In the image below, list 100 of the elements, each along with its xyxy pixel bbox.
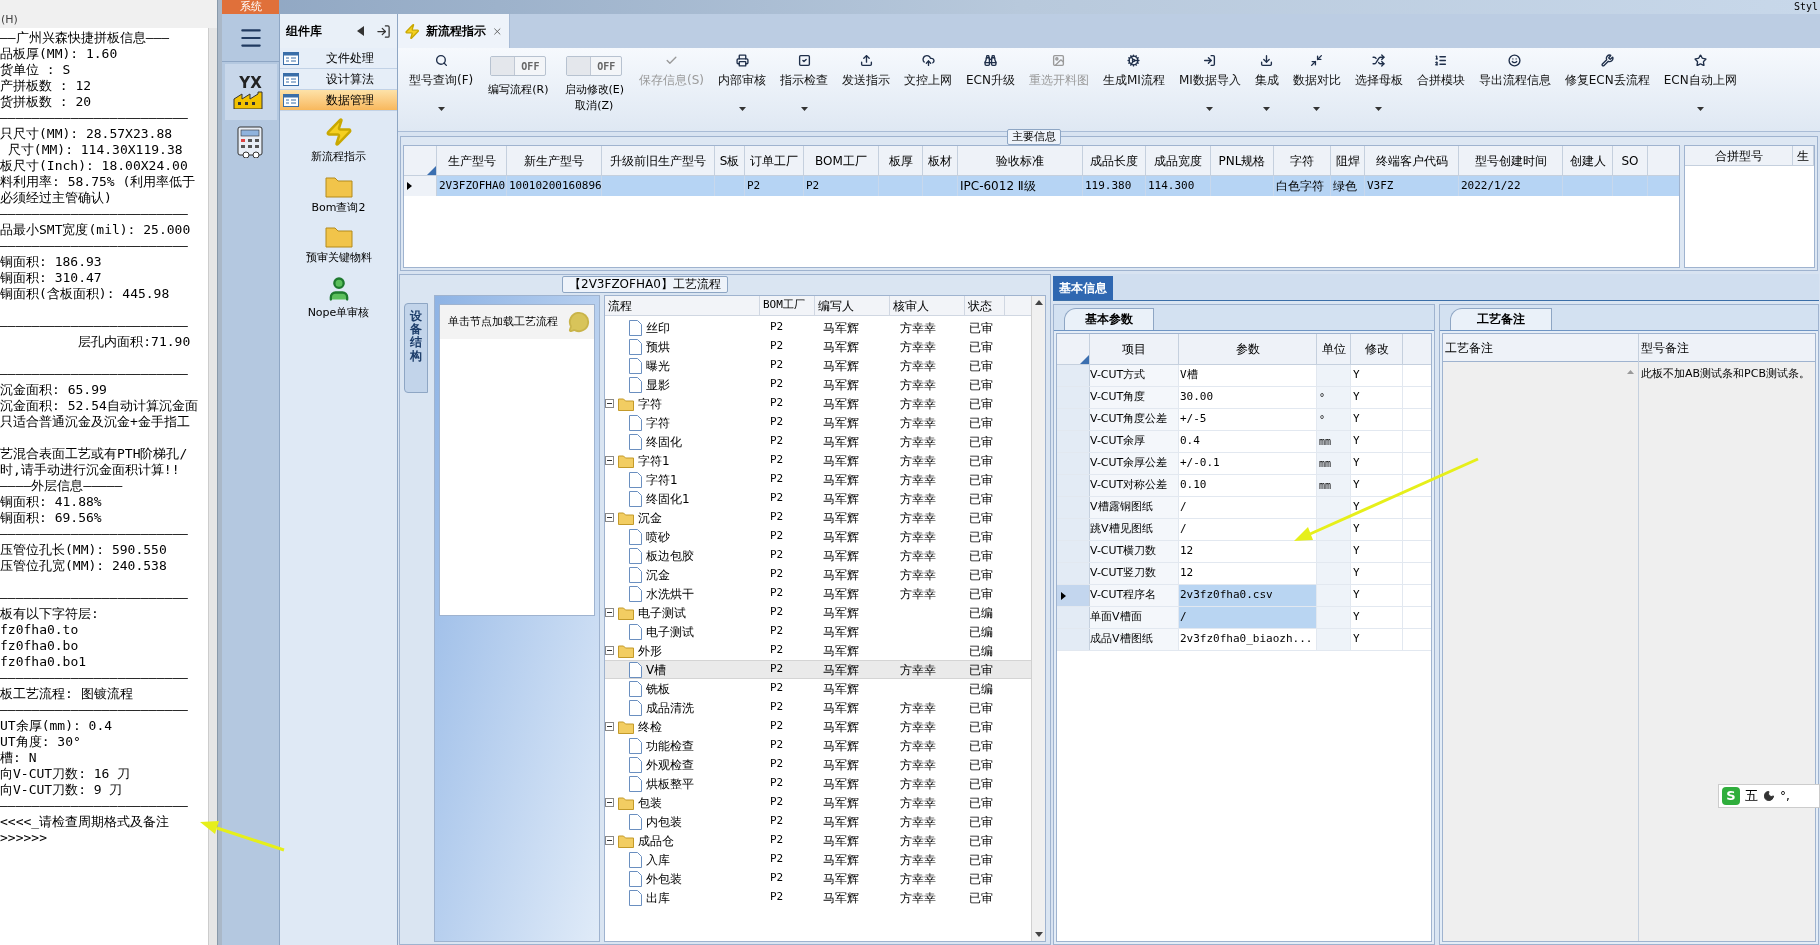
tree-row[interactable]: 出库 P2 马军辉 方幸幸 已审 <box>605 888 1031 907</box>
tree-row[interactable]: 喷砂 P2 马军辉 方幸幸 已审 <box>605 527 1031 546</box>
table-row[interactable]: 2V3FZOFHA0 10010200160896 P2 P2 IPC-6012 Ⅱ级 119.380 114.300 白色字符 绿色 V3FZ 2022/1/22 <box>404 176 1679 196</box>
library-item[interactable]: 数据管理 <box>280 90 397 111</box>
tree-row[interactable]: 终固化1 P2 马军辉 方幸幸 已审 <box>605 489 1031 508</box>
column-header[interactable]: 编写人 <box>815 296 890 315</box>
tree-row[interactable]: 电子测试 P2 马军辉 已编 <box>605 603 1031 622</box>
toolbar-button[interactable]: 发送指示 <box>835 54 898 116</box>
scrollbar[interactable] <box>1031 296 1045 941</box>
param-row[interactable]: V-CUT角度 30.00 ° Y <box>1057 387 1431 409</box>
pin-arrow-icon[interactable] <box>376 23 391 39</box>
param-row[interactable]: V-CUT对称公差 0.10 mm Y <box>1057 475 1431 497</box>
param-row[interactable]: 单面V槽面 / Y <box>1057 607 1431 629</box>
column-header[interactable]: 成品宽度 <box>1146 146 1211 175</box>
column-header[interactable]: 项目 <box>1090 334 1179 364</box>
tool-launcher[interactable]: 预审关键物料 <box>305 224 372 267</box>
column-header[interactable]: 修改 <box>1351 334 1403 364</box>
toggle-switch[interactable]: OFF <box>490 56 547 76</box>
collapse-toggle-icon[interactable] <box>605 513 614 522</box>
tree-row[interactable]: 丝印 P2 马军辉 方幸幸 已审 <box>605 318 1031 337</box>
toolbar-button[interactable]: ECN自动上网 <box>1656 54 1744 116</box>
collapse-toggle-icon[interactable] <box>605 456 614 465</box>
collapse-left-icon[interactable] <box>357 26 364 36</box>
toolbar-button[interactable]: 数据对比 <box>1285 54 1348 116</box>
library-item[interactable]: 设计算法 <box>280 69 397 90</box>
column-header[interactable]: 参数 <box>1179 334 1317 364</box>
column-header[interactable]: 核审人 <box>890 296 965 315</box>
param-row[interactable]: V-CUT余厚公差 +/-0.1 mm Y <box>1057 453 1431 475</box>
collapse-toggle-icon[interactable] <box>605 836 614 845</box>
menu-item[interactable]: (H) <box>1 11 18 28</box>
collapse-toggle-icon[interactable] <box>605 608 614 617</box>
toolbar-button[interactable]: 合拼模块 <box>1409 54 1472 116</box>
param-row[interactable]: V-CUT角度公差 +/-5 ° Y <box>1057 409 1431 431</box>
column-header[interactable]: 生产型号 <box>437 146 507 175</box>
column-header[interactable]: BOM工厂 <box>760 296 815 315</box>
tree-row[interactable]: 铣板 P2 马军辉 已编 <box>605 679 1031 698</box>
tree-row[interactable]: V槽 P2 马军辉 方幸幸 已审 <box>605 660 1031 679</box>
calculator-icon[interactable] <box>235 126 266 158</box>
tree-row[interactable]: 板边包胶 P2 马军辉 方幸幸 已审 <box>605 546 1031 565</box>
tree-row[interactable]: 字符1 P2 马军辉 方幸幸 已审 <box>605 451 1031 470</box>
column-header[interactable]: 创建人 <box>1563 146 1613 175</box>
toolbar-button[interactable]: 集成 <box>1247 54 1286 116</box>
tree-row[interactable]: 内包装 P2 马军辉 方幸幸 已审 <box>605 812 1031 831</box>
tool-launcher[interactable]: Bom查询2 <box>311 173 366 216</box>
column-header[interactable]: 板厚 <box>879 146 923 175</box>
tool-launcher[interactable]: 新流程指示 <box>311 117 366 166</box>
section-tab[interactable]: 基本信息 <box>1053 276 1113 300</box>
document-tab[interactable]: 新流程指示 <box>398 14 510 48</box>
param-row[interactable]: 成品V槽图纸 2v3fz0fha0_biaozh... Y <box>1057 629 1431 651</box>
close-icon[interactable] <box>492 25 503 37</box>
column-header[interactable]: 验收标准 <box>958 146 1083 175</box>
toolbar-button[interactable]: 生成MI流程 <box>1095 54 1172 116</box>
toolbar-button[interactable]: 修复ECN丢流程 <box>1557 54 1657 116</box>
column-header[interactable]: 订单工厂 <box>745 146 804 175</box>
input-mode[interactable]: 五 <box>1745 786 1758 806</box>
param-row[interactable]: V-CUT程序名 2v3fz0fha0.csv Y <box>1057 585 1431 607</box>
toolbar-button[interactable]: 内部审核 <box>711 54 774 116</box>
tree-row[interactable]: 功能检查 P2 马军辉 方幸幸 已审 <box>605 736 1031 755</box>
scroll-up-icon[interactable] <box>1034 300 1043 305</box>
param-row[interactable]: V-CUT横刀数 12 Y <box>1057 541 1431 563</box>
toolbar-button[interactable]: 型号查询(F) <box>402 54 481 116</box>
tree-row[interactable]: 预烘 P2 马军辉 方幸幸 已审 <box>605 337 1031 356</box>
hint-bar[interactable]: 单击节点加载工艺流程 <box>440 305 594 339</box>
toolbar-button[interactable]: 指示检查 <box>773 54 836 116</box>
tree-row[interactable]: 水洗烘干 P2 马军辉 方幸幸 已审 <box>605 584 1031 603</box>
app-logo-button[interactable]: YX <box>224 64 277 120</box>
collapse-toggle-icon[interactable] <box>605 399 614 408</box>
param-row[interactable]: V-CUT方式 V槽 Y <box>1057 365 1431 387</box>
param-row[interactable]: V槽露铜图纸 / Y <box>1057 497 1431 519</box>
input-method-bar[interactable]: S 五 °, <box>1718 784 1820 808</box>
side-tab[interactable]: 设备结构 <box>404 303 428 393</box>
tree-row[interactable]: 成品仓 P2 马军辉 方幸幸 已审 <box>605 831 1031 850</box>
tree-row[interactable]: 烘板整平 P2 马军辉 方幸幸 已审 <box>605 774 1031 793</box>
panel-tab[interactable]: 工艺备注 <box>1450 308 1552 330</box>
tree-row[interactable]: 字符1 P2 马军辉 方幸幸 已审 <box>605 470 1031 489</box>
column-header[interactable]: 板材 <box>923 146 958 175</box>
tree-row[interactable]: 外包装 P2 马军辉 方幸幸 已审 <box>605 869 1031 888</box>
tool-launcher[interactable]: Nope单审核 <box>307 274 370 321</box>
toolbar-button[interactable]: 导出流程信息 <box>1471 54 1558 116</box>
moon-icon[interactable] <box>1763 790 1775 802</box>
scroll-down-icon[interactable] <box>1034 932 1043 937</box>
column-header[interactable]: 生 <box>1793 146 1814 165</box>
column-header[interactable]: 型号创建时间 <box>1459 146 1563 175</box>
column-header[interactable]: 单位 <box>1317 334 1351 364</box>
tree-row[interactable]: 电子测试 P2 马军辉 已编 <box>605 622 1031 641</box>
tree-row[interactable]: 入库 P2 马军辉 方幸幸 已审 <box>605 850 1031 869</box>
tree-row[interactable]: 成品清洗 P2 马军辉 方幸幸 已审 <box>605 698 1031 717</box>
tree-row[interactable]: 包装 P2 马军辉 方幸幸 已审 <box>605 793 1031 812</box>
column-header[interactable]: PNL规格 <box>1211 146 1274 175</box>
punctuation-mode[interactable]: °, <box>1780 787 1790 805</box>
library-item[interactable]: 文件处理 <box>280 48 397 69</box>
toolbar-button[interactable]: ECN升级 <box>959 54 1022 116</box>
collapse-toggle-icon[interactable] <box>605 646 614 655</box>
column-header[interactable]: 成品长度 <box>1083 146 1146 175</box>
column-header[interactable]: 工艺备注 <box>1443 334 1638 362</box>
column-header[interactable]: 状态 <box>965 296 1005 315</box>
tree-row[interactable]: 终固化 P2 马军辉 方幸幸 已审 <box>605 432 1031 451</box>
toggle-switch[interactable]: OFF <box>566 56 623 76</box>
column-header[interactable]: 流程 <box>605 296 760 315</box>
tree-row[interactable]: 沉金 P2 马军辉 方幸幸 已审 <box>605 508 1031 527</box>
